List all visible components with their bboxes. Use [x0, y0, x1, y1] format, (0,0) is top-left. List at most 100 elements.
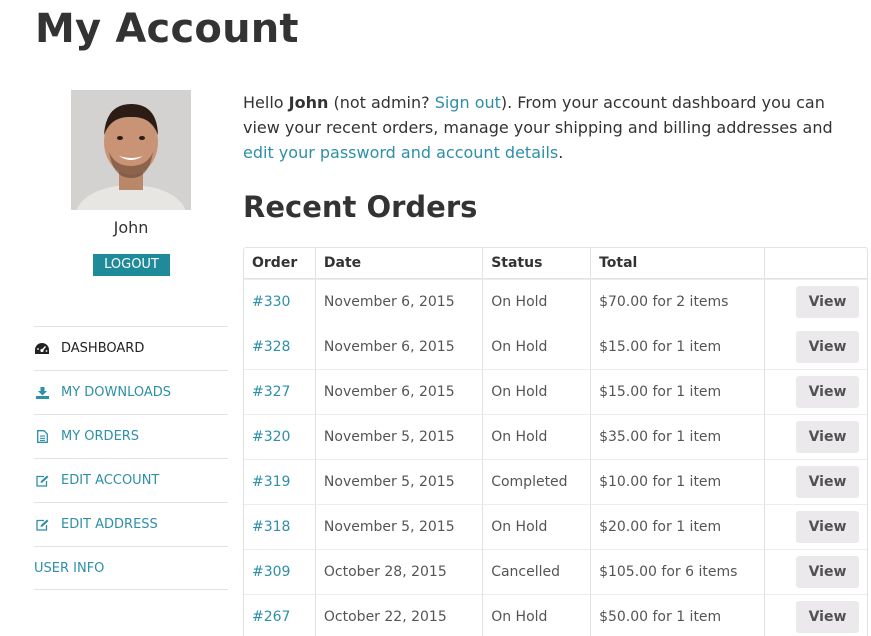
view-order-button[interactable]: View [796, 376, 859, 408]
order-actions-cell: View [765, 414, 867, 459]
table-row: #320 November 5, 2015 On Hold $35.00 for 1 … [244, 414, 867, 459]
order-actions-cell: View [765, 369, 867, 414]
nav-label: MY ORDERS [61, 429, 140, 444]
order-date: November 6, 2015 [315, 369, 484, 414]
order-number-link[interactable]: #327 [252, 384, 290, 400]
username: John [113, 218, 149, 237]
view-order-button[interactable]: View [796, 466, 859, 498]
nav-item-my-orders[interactable]: MY ORDERS [34, 414, 228, 458]
order-number-link[interactable]: #320 [252, 429, 290, 445]
table-row: #309 October 28, 2015 Cancelled $105.00 for… [244, 549, 867, 594]
download-icon [34, 386, 50, 400]
order-number-cell: #320 [244, 414, 316, 459]
dashboard-icon [34, 342, 50, 356]
nav-item-edit-address[interactable]: EDIT ADDRESS [34, 502, 228, 546]
table-header-row: Order Date Status Total [244, 248, 867, 279]
orders-table: Order Date Status Total #330 November 6, … [243, 247, 868, 636]
order-number-cell: #318 [244, 504, 316, 549]
order-total: $70.00 for 2 items [591, 279, 766, 324]
nav-item-edit-account[interactable]: EDIT ACCOUNT [34, 458, 228, 502]
order-number-link[interactable]: #267 [252, 609, 290, 625]
table-row: #330 November 6, 2015 On Hold $70.00 for 2 … [244, 279, 867, 324]
order-date: November 5, 2015 [315, 504, 484, 549]
order-date: November 6, 2015 [316, 324, 484, 369]
order-number-cell: #327 [244, 369, 316, 414]
nav-label: EDIT ADDRESS [61, 517, 158, 532]
edit-icon [34, 474, 50, 488]
order-actions-cell: View [765, 549, 867, 594]
order-number-cell: #328 [244, 324, 316, 369]
order-number-cell: #319 [244, 459, 316, 504]
order-date: October 22, 2015 [315, 594, 484, 636]
order-status: On Hold [483, 594, 592, 636]
nav-label: DASHBOARD [61, 341, 145, 356]
orders-table-body: #330 November 6, 2015 On Hold $70.00 for 2 … [244, 279, 867, 636]
nav-label: MY DOWNLOADS [61, 385, 172, 400]
account-page: My Account John LOGOUT DASHBOARD MY DOWN… [0, 0, 871, 636]
order-total: $50.00 for 1 item [591, 594, 766, 636]
sign-out-link[interactable]: Sign out [435, 93, 501, 112]
nav-item-user-info[interactable]: USER INFO [34, 546, 228, 590]
order-total: $15.00 for 1 item [591, 324, 766, 369]
period: . [558, 143, 564, 162]
user-name: John [288, 93, 329, 112]
view-order-button[interactable]: View [796, 511, 859, 543]
view-order-button[interactable]: View [796, 421, 859, 453]
column-header-date: Date [315, 248, 484, 279]
order-actions-cell: View [765, 459, 867, 504]
order-status: On Hold [483, 504, 592, 549]
order-total: $15.00 for 1 item [591, 369, 766, 414]
order-total: $10.00 for 1 item [591, 459, 766, 504]
view-order-button[interactable]: View [796, 286, 859, 318]
greeting-text: Hello [243, 93, 289, 112]
order-actions-cell: View [765, 324, 867, 369]
logout-button[interactable]: LOGOUT [93, 254, 170, 276]
column-header-total: Total [591, 248, 766, 279]
recent-orders-title: Recent Orders [243, 190, 478, 224]
order-date: November 5, 2015 [315, 414, 484, 459]
nav-label: USER INFO [34, 560, 105, 576]
table-row: #327 November 6, 2015 On Hold $15.00 for 1 … [244, 369, 867, 414]
nav-item-dashboard[interactable]: DASHBOARD [34, 326, 228, 370]
order-number-link[interactable]: #319 [252, 474, 290, 490]
edit-account-link[interactable]: edit your password and account details [243, 143, 558, 162]
order-status: On Hold [483, 279, 592, 324]
welcome-text: Hello John (not admin? Sign out). From y… [243, 90, 863, 165]
order-number-cell: #309 [244, 549, 316, 594]
order-date: November 5, 2015 [315, 459, 484, 504]
order-total: $20.00 for 1 item [591, 504, 766, 549]
order-number-link[interactable]: #330 [252, 294, 290, 310]
order-number-link[interactable]: #309 [252, 564, 290, 580]
order-number-link[interactable]: #328 [252, 339, 290, 355]
column-header-order: Order [244, 248, 316, 279]
view-order-button[interactable]: View [796, 601, 859, 633]
order-number-cell: #267 [244, 594, 316, 636]
order-status: On Hold [483, 369, 592, 414]
order-actions-cell: View [765, 279, 867, 324]
nav-item-my-downloads[interactable]: MY DOWNLOADS [34, 370, 228, 414]
not-user-text: (not admin? [328, 93, 435, 112]
table-row: #319 November 5, 2015 Completed $10.00 for … [244, 459, 867, 504]
edit-icon [34, 518, 50, 532]
order-number-link[interactable]: #318 [252, 519, 290, 535]
order-status: On Hold [483, 414, 592, 459]
order-actions-cell: View [765, 504, 867, 549]
order-status: Completed [483, 459, 592, 504]
avatar-image [71, 90, 191, 210]
view-order-button[interactable]: View [796, 556, 859, 588]
order-status: On Hold [483, 324, 592, 369]
order-date: October 28, 2015 [315, 549, 484, 594]
table-row: #318 November 5, 2015 On Hold $20.00 for 1 … [244, 504, 867, 549]
avatar [71, 90, 191, 210]
order-date: November 6, 2015 [315, 279, 484, 324]
column-header-actions [765, 248, 867, 279]
table-row: #267 October 22, 2015 On Hold $50.00 for 1 … [244, 594, 867, 636]
view-order-button[interactable]: View [796, 330, 859, 363]
order-actions-cell: View [765, 594, 867, 636]
column-header-status: Status [483, 248, 592, 279]
page-title: My Account [35, 6, 299, 52]
order-number-cell: #330 [244, 279, 316, 324]
account-nav: DASHBOARD MY DOWNLOADS MY ORDERS EDIT AC… [34, 326, 228, 590]
document-icon [34, 430, 50, 444]
table-row: #328 November 6, 2015 On Hold $15.00 for 1 … [244, 324, 867, 369]
